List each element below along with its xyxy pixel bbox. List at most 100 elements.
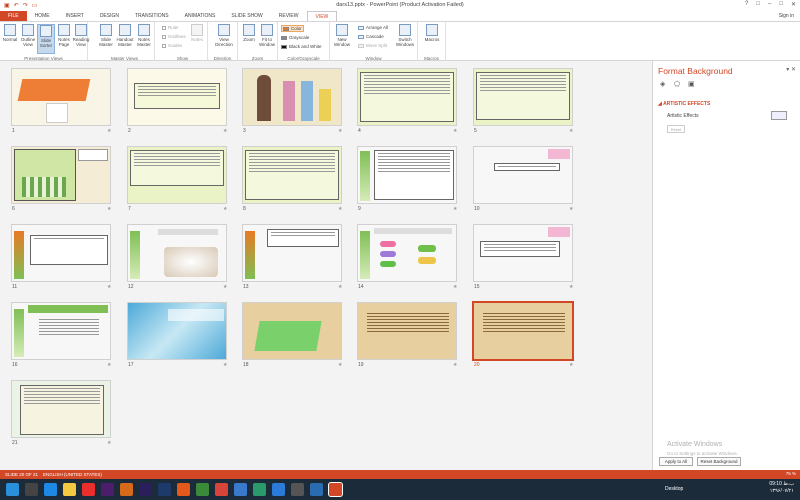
firefox-icon[interactable] bbox=[177, 483, 190, 496]
tab-file[interactable]: FILE bbox=[0, 11, 27, 21]
slide-thumbnail[interactable] bbox=[11, 224, 111, 282]
arrange-icon bbox=[358, 25, 364, 30]
section-artistic-effects[interactable]: ARTISTIC EFFECTS bbox=[663, 101, 710, 107]
picture-icon[interactable]: ▣ bbox=[688, 81, 696, 89]
app-icon[interactable] bbox=[234, 483, 247, 496]
reset-background-button[interactable]: Reset Background bbox=[697, 457, 741, 466]
zoom-level[interactable]: 75 % bbox=[786, 471, 796, 476]
ribbon-display-icon[interactable]: □ bbox=[756, 1, 760, 8]
move-split-button[interactable]: Move Split bbox=[358, 43, 387, 48]
outline-view-button[interactable]: Outline View bbox=[19, 24, 37, 54]
slide-thumbnail[interactable] bbox=[242, 146, 342, 204]
fit-to-window-button[interactable]: Fit to Window bbox=[258, 24, 276, 54]
close-icon[interactable]: ✕ bbox=[791, 67, 796, 73]
premiere-icon[interactable] bbox=[101, 483, 114, 496]
slide-thumbnail[interactable] bbox=[127, 68, 227, 126]
slide-thumbnail[interactable] bbox=[11, 146, 111, 204]
app-icon[interactable] bbox=[272, 483, 285, 496]
tab-review[interactable]: REVIEW bbox=[271, 11, 307, 21]
chrome-icon[interactable] bbox=[196, 483, 209, 496]
slide-thumbnail[interactable] bbox=[11, 380, 111, 438]
slide-sorter-button[interactable]: Slide Sorter bbox=[37, 24, 55, 54]
slide-thumbnail[interactable] bbox=[473, 224, 573, 282]
group-presentation-views: Normal Outline View Slide Sorter Notes P… bbox=[0, 22, 90, 62]
acrobat-icon[interactable] bbox=[82, 483, 95, 496]
normal-view-button[interactable]: Normal bbox=[1, 24, 19, 54]
tab-view[interactable]: VIEW bbox=[306, 11, 338, 21]
slide-thumbnail[interactable] bbox=[473, 146, 573, 204]
tab-transitions[interactable]: TRANSITIONS bbox=[127, 11, 177, 21]
switch-windows-button[interactable]: Switch Windows bbox=[394, 24, 416, 54]
cascade-button[interactable]: Cascade bbox=[358, 34, 384, 39]
illustrator-icon[interactable] bbox=[120, 483, 133, 496]
slide-thumbnail[interactable] bbox=[242, 302, 342, 360]
powerpoint-taskbar-icon[interactable] bbox=[328, 482, 343, 497]
close-icon[interactable]: ✕ bbox=[791, 1, 796, 8]
new-window-button[interactable]: New Window bbox=[332, 24, 352, 54]
slide-thumbnail[interactable] bbox=[357, 68, 457, 126]
reading-view-button[interactable]: Reading View bbox=[72, 24, 90, 54]
app-icon[interactable] bbox=[291, 483, 304, 496]
ruler-checkbox[interactable]: Ruler bbox=[162, 25, 179, 30]
zoom-button[interactable]: Zoom bbox=[240, 24, 258, 54]
grayscale-button[interactable]: Grayscale bbox=[281, 35, 309, 40]
notes-button[interactable]: Notes bbox=[188, 24, 206, 54]
sign-in-link[interactable]: Sign in bbox=[779, 13, 794, 19]
apply-to-all-button[interactable]: Apply to All bbox=[659, 457, 693, 466]
tab-design[interactable]: DESIGN bbox=[92, 11, 127, 21]
artistic-effects-label: Artistic Effects bbox=[667, 113, 699, 119]
file-explorer-icon[interactable] bbox=[63, 483, 76, 496]
desktop-toolbar[interactable]: Desktop bbox=[665, 486, 683, 492]
task-view-icon[interactable] bbox=[25, 483, 38, 496]
tab-insert[interactable]: INSERT bbox=[58, 11, 92, 21]
macros-button[interactable]: Macros bbox=[422, 24, 442, 54]
reset-button[interactable]: Reset bbox=[667, 125, 685, 133]
tab-home[interactable]: HOME bbox=[27, 11, 58, 21]
slide-thumbnail[interactable] bbox=[127, 224, 227, 282]
slide-thumbnail[interactable] bbox=[127, 302, 227, 360]
slide-thumbnail-selected[interactable] bbox=[472, 301, 574, 361]
tab-animations[interactable]: ANIMATIONS bbox=[177, 11, 224, 21]
paragraph-lines bbox=[364, 311, 452, 355]
slide-number: 18 bbox=[243, 362, 249, 368]
start-button-icon[interactable] bbox=[6, 483, 19, 496]
edge-browser-icon[interactable] bbox=[44, 483, 57, 496]
system-clock[interactable]: 09:10 ب.ظ ۱۳۹۶/۰۷/۲۱ bbox=[769, 481, 794, 495]
maximize-icon[interactable]: □ bbox=[779, 1, 783, 8]
fill-bucket-icon[interactable]: ◈ bbox=[660, 81, 668, 89]
handout-master-button[interactable]: Handout Master bbox=[116, 24, 134, 54]
notes-page-button[interactable]: Notes Page bbox=[55, 24, 73, 54]
app-icon[interactable] bbox=[310, 483, 323, 496]
notes-master-button[interactable]: Notes Master bbox=[135, 24, 153, 54]
slide-number: 6 bbox=[12, 206, 15, 212]
guides-checkbox[interactable]: Guides bbox=[162, 43, 182, 48]
app-icon[interactable] bbox=[215, 483, 228, 496]
header-bar bbox=[28, 305, 108, 313]
pane-options-icon[interactable]: ▾ bbox=[786, 67, 789, 73]
view-direction-button[interactable]: View Direction bbox=[213, 24, 235, 54]
artistic-effects-dropdown[interactable] bbox=[771, 111, 787, 120]
slide-thumbnail[interactable] bbox=[357, 302, 457, 360]
slide-thumbnail[interactable] bbox=[242, 68, 342, 126]
slide-thumbnail[interactable] bbox=[357, 146, 457, 204]
slide-thumbnail[interactable] bbox=[357, 224, 457, 282]
arrange-all-button[interactable]: Arrange All bbox=[358, 25, 388, 30]
minimize-icon[interactable]: – bbox=[768, 1, 771, 8]
language-indicator[interactable]: ENGLISH (UNITED STATES) bbox=[38, 472, 102, 477]
slide-thumbnail[interactable] bbox=[11, 68, 111, 126]
slide-master-button[interactable]: Slide Master bbox=[97, 24, 115, 54]
photoshop-icon[interactable] bbox=[158, 483, 171, 496]
slide-thumbnail[interactable] bbox=[127, 146, 227, 204]
tab-slideshow[interactable]: SLIDE SHOW bbox=[223, 11, 270, 21]
gridlines-checkbox[interactable]: Gridlines bbox=[162, 34, 186, 39]
slide-thumbnail[interactable] bbox=[473, 68, 573, 126]
slide-thumbnail[interactable] bbox=[242, 224, 342, 282]
color-button[interactable]: Color bbox=[281, 25, 304, 32]
black-white-button[interactable]: Black and White bbox=[281, 44, 322, 49]
app-icon[interactable] bbox=[253, 483, 266, 496]
group-color-grayscale: Color Grayscale Black and White Color/Gr… bbox=[278, 22, 330, 62]
help-icon[interactable]: ? bbox=[745, 1, 748, 8]
effects-pentagon-icon[interactable]: ⬠ bbox=[674, 81, 682, 89]
slide-thumbnail[interactable] bbox=[11, 302, 111, 360]
after-effects-icon[interactable] bbox=[139, 483, 152, 496]
